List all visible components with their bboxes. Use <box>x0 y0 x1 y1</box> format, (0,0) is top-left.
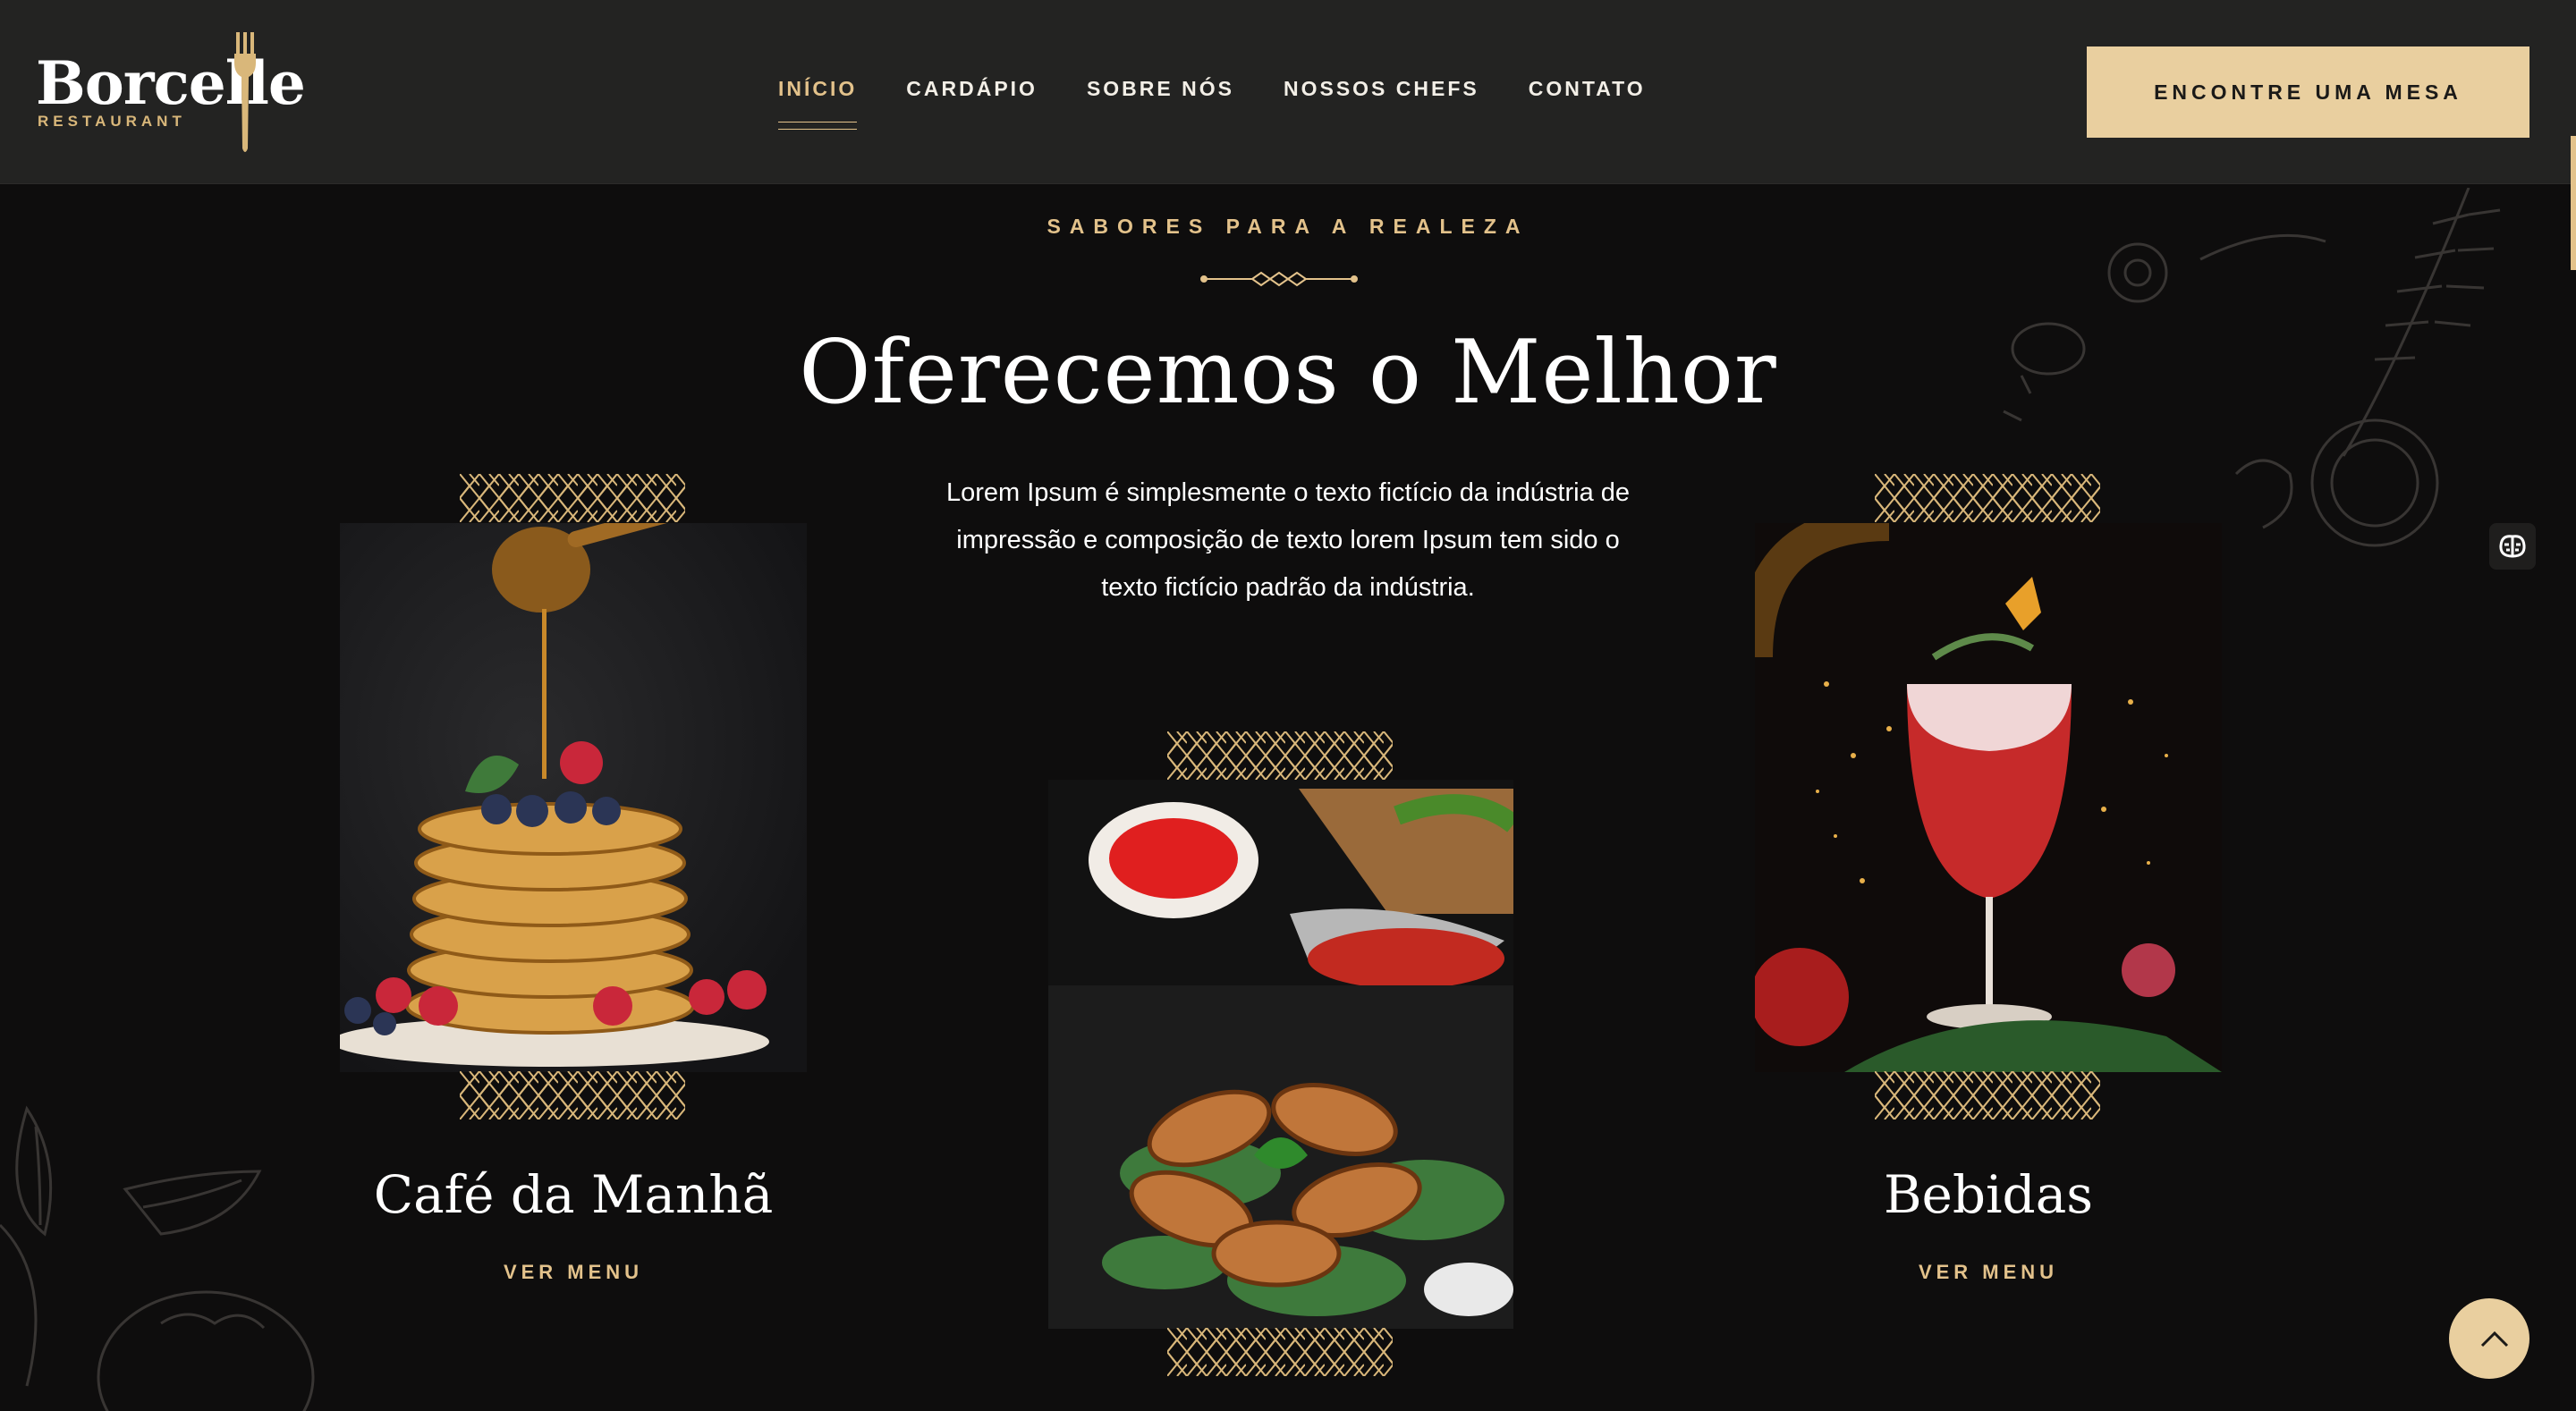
back-to-top-button[interactable] <box>2449 1298 2529 1379</box>
card-pattern-top <box>1875 474 2100 522</box>
cocktail-photo <box>1755 523 2222 1072</box>
card-pattern-bottom <box>1167 1328 1393 1376</box>
find-table-button[interactable]: ENCONTRE UMA MESA <box>2087 46 2529 138</box>
decorative-vegetables-illustration <box>0 1105 315 1411</box>
card-title-breakfast: Café da Manhã <box>373 1164 774 1225</box>
card-pattern-bottom <box>1875 1071 2100 1120</box>
card-title-drinks: Bebidas <box>1883 1164 2094 1225</box>
chevron-up-icon <box>2480 1331 2509 1348</box>
breakfast-photo <box>340 523 807 1072</box>
brand-tagline: RESTAURANT <box>38 113 186 130</box>
main-nav: INÍCIO CARDÁPIO SOBRE NÓS NOSSOS CHEFS C… <box>778 77 1695 130</box>
site-header: Borcelle RESTAURANT INÍCIO CARDÁPIO SOBR… <box>0 0 2576 184</box>
section-eyebrow: SABORES PARA A REALEZA <box>1046 215 1530 238</box>
fork-icon <box>234 32 256 152</box>
nav-item-contato[interactable]: CONTATO <box>1529 77 1646 113</box>
card-pattern-top <box>460 474 685 522</box>
accessibility-widget[interactable] <box>2489 523 2536 570</box>
section-description: Lorem Ipsum é simplesmente o texto fictí… <box>945 478 1631 602</box>
nav-item-cardapio[interactable]: CARDÁPIO <box>906 77 1038 113</box>
brand-logo[interactable]: Borcelle RESTAURANT <box>36 30 306 156</box>
card-pattern-top <box>1167 731 1393 780</box>
brain-icon <box>2499 535 2526 558</box>
nav-item-inicio[interactable]: INÍCIO <box>778 77 858 130</box>
grilled-chicken-photo <box>1048 780 1513 1329</box>
section-title: Oferecemos o Melhor <box>799 322 1777 424</box>
card-pattern-bottom <box>460 1071 685 1120</box>
card-link-drinks[interactable]: VER MENU <box>1755 1261 2222 1284</box>
nav-item-sobre-nos[interactable]: SOBRE NÓS <box>1087 77 1234 113</box>
card-link-breakfast[interactable]: VER MENU <box>340 1261 807 1284</box>
nav-item-nossos-chefs[interactable]: NOSSOS CHEFS <box>1284 77 1479 113</box>
ornament-divider <box>1200 271 1358 287</box>
